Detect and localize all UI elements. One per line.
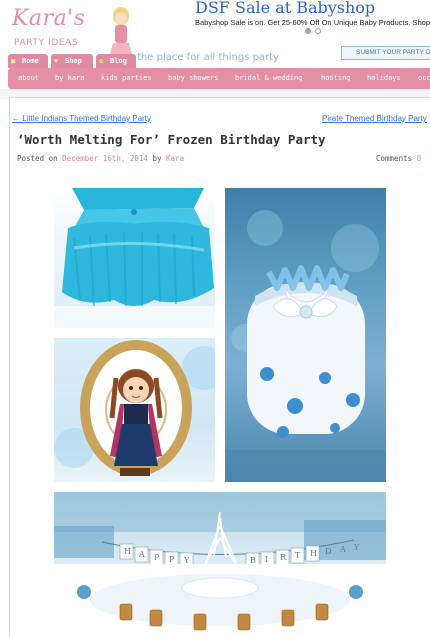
- star-icon: ✿: [99, 57, 104, 65]
- photo-tutu[interactable]: [54, 188, 215, 328]
- submit-party-button[interactable]: SUBMIT YOUR PARTY O: [341, 46, 430, 60]
- nav-item-bridal-wedding[interactable]: bridal & wedding: [235, 68, 302, 89]
- nav-shop-button[interactable]: ▼ Shop: [51, 54, 93, 68]
- site-header: Kara's PARTY IDEAS DSF Sale at Babyshop …: [0, 0, 430, 68]
- main-nav: about by kara kids parties baby showers …: [8, 68, 430, 89]
- ad-carousel-dots: [303, 28, 323, 36]
- party-table-illustration: HAPPYBIRTHDAY: [54, 492, 386, 637]
- banner-letter: P: [169, 555, 175, 564]
- post-date-link[interactable]: December 16th, 2014: [62, 154, 148, 163]
- logo-script-text: Kara's: [12, 6, 86, 31]
- tutu-illustration: [54, 188, 215, 328]
- by-label: by: [152, 154, 162, 163]
- banner-letter: H: [124, 547, 131, 556]
- comments-label: Comments: [376, 154, 413, 163]
- nav-item-holidays[interactable]: holidays: [367, 68, 401, 89]
- post-author-link[interactable]: Kara: [166, 154, 184, 163]
- carousel-dot-active[interactable]: [305, 28, 311, 34]
- banner-letter: A: [138, 550, 145, 559]
- ad-title[interactable]: DSF Sale at Babyshop: [195, 0, 375, 17]
- photo-cake[interactable]: [225, 188, 386, 482]
- nav-home-button[interactable]: ■ Home: [8, 54, 48, 68]
- nav-item-occasions[interactable]: occ: [418, 68, 430, 89]
- banner-letter: D: [325, 547, 331, 556]
- site-tagline: the place for all things party: [137, 52, 280, 63]
- ad-text: Babyshop Sale is on. Get 25-60% Off On U…: [195, 18, 430, 27]
- nav-blog-button[interactable]: ✿ Blog: [96, 54, 136, 68]
- nav-item-hosting[interactable]: hosting: [321, 68, 351, 89]
- nav-item-by-kara[interactable]: by kara: [55, 68, 85, 89]
- home-icon: ■: [11, 57, 16, 65]
- site-logo[interactable]: Kara's PARTY IDEAS: [10, 4, 132, 58]
- nav-item-about[interactable]: about: [18, 68, 39, 89]
- banner-letter: H: [310, 549, 317, 558]
- banner-letter: B: [250, 556, 256, 565]
- posted-on-label: Posted on: [17, 154, 58, 163]
- nav-shop-label: Shop: [65, 57, 82, 65]
- anna-frame-illustration: [54, 340, 215, 476]
- banner-letter: T: [295, 551, 301, 560]
- carousel-dot[interactable]: [315, 28, 321, 34]
- cake-illustration: [225, 210, 386, 482]
- previous-post-link[interactable]: ← Little Indians Themed Birthday Party: [12, 114, 151, 123]
- nav-blog-label: Blog: [110, 57, 127, 65]
- nav-item-baby-showers[interactable]: baby showers: [168, 68, 219, 89]
- post-title: ‘Worth Melting For’ Frozen Birthday Part…: [17, 132, 326, 147]
- photo-party-table[interactable]: HAPPYBIRTHDAY: [54, 492, 386, 637]
- nav-home-label: Home: [22, 57, 39, 65]
- cart-icon: ▼: [54, 57, 59, 65]
- logo-girl-illustration: [110, 7, 132, 58]
- banner-letter: I: [265, 555, 268, 564]
- logo-subtitle: PARTY IDEAS: [14, 38, 79, 48]
- photo-anna-frame[interactable]: [54, 338, 215, 482]
- banner-letter: Y: [353, 543, 360, 552]
- banner-letter: A: [339, 545, 346, 554]
- comments-count-link[interactable]: 0: [417, 154, 422, 163]
- banner-letter: P: [154, 553, 160, 562]
- comments-count: Comments 0: [376, 154, 421, 163]
- post-meta: Posted on December 16th, 2014 by Kara: [17, 154, 184, 163]
- banner-letter: R: [280, 553, 287, 562]
- nav-item-kids-parties[interactable]: kids parties: [101, 68, 152, 89]
- next-post-link[interactable]: Pirate Themed Birthday Party: [322, 114, 427, 123]
- banner-letter: Y: [183, 556, 190, 565]
